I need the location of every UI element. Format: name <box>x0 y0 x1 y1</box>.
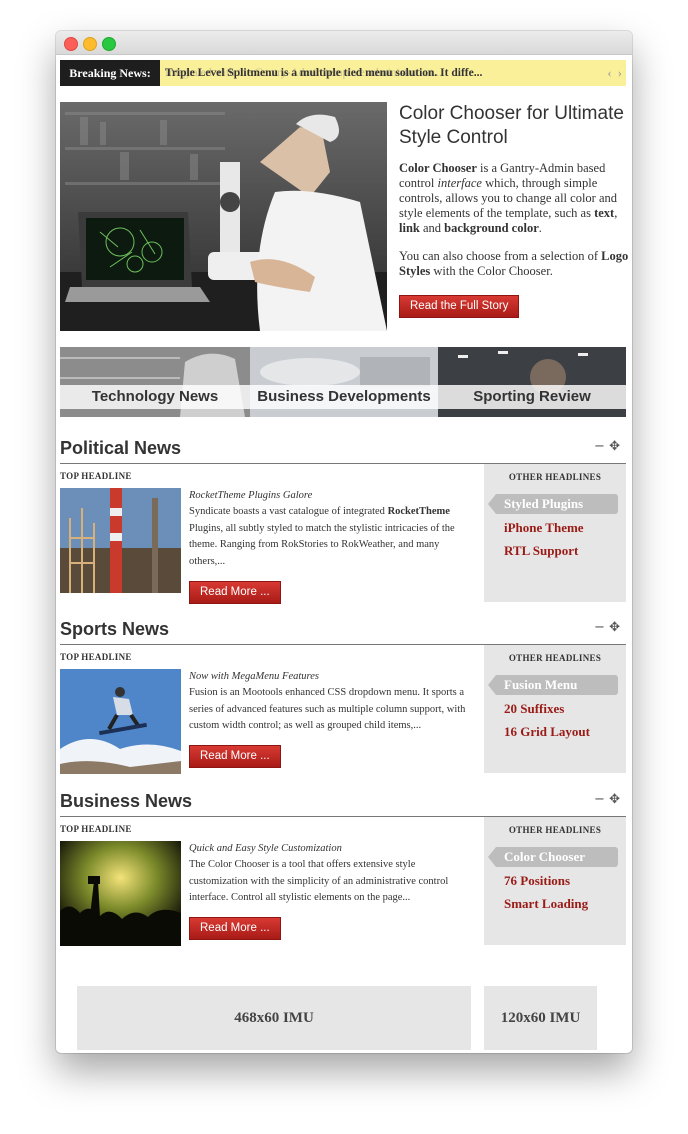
other-headline-item[interactable]: 16 Grid Layout <box>484 722 626 742</box>
minimize-icon[interactable]: − <box>594 792 605 807</box>
other-headlines-label: OTHER HEADLINES <box>508 653 602 663</box>
other-headlines-label: OTHER HEADLINES <box>508 472 602 482</box>
headline-subtitle[interactable]: Quick and Easy Style Customization <box>189 843 342 854</box>
headline-subtitle[interactable]: Now with MegaMenu Features <box>189 671 319 682</box>
hero-italic-interface: interface <box>437 176 482 190</box>
other-headline-item[interactable]: Color Chooser <box>488 847 618 867</box>
section-title: Sports News <box>60 619 170 639</box>
other-headline-item[interactable]: 76 Positions <box>484 871 626 891</box>
minimize-icon[interactable]: − <box>594 620 605 635</box>
other-headline-item[interactable]: RTL Support <box>484 541 626 561</box>
chevron-left-icon[interactable]: ‹ <box>607 65 611 80</box>
hero-body: Color Chooser is a Gantry-Admin based co… <box>399 161 629 292</box>
read-more-button[interactable]: Read More ... <box>189 581 281 604</box>
close-window-button[interactable] <box>64 37 78 51</box>
headline-text: Syndicate boasts a vast catalogue of int… <box>189 504 474 570</box>
tab-technology-news[interactable]: Technology News <box>60 347 250 417</box>
top-headline-label: TOP HEADLINE <box>60 652 132 662</box>
section-controls: − ✥ <box>594 792 620 807</box>
tab-label: Business Developments <box>250 385 438 409</box>
hero-bold-color-chooser: Color Chooser <box>399 161 477 175</box>
read-full-story-button[interactable]: Read the Full Story <box>399 295 520 318</box>
other-headline-item[interactable]: 20 Suffixes <box>484 699 626 719</box>
hero-text: , <box>614 206 618 220</box>
headline-text-part: The Color Chooser is a tool that offers … <box>189 859 449 903</box>
hero-text: You can also choose from a selection of <box>399 249 602 263</box>
move-icon[interactable]: ✥ <box>609 792 620 807</box>
other-headlines-panel: OTHER HEADLINES Styled Plugins iPhone Th… <box>484 464 626 602</box>
move-icon[interactable]: ✥ <box>609 439 620 454</box>
chevron-right-icon[interactable]: › <box>618 65 622 80</box>
minimize-window-button[interactable] <box>83 37 97 51</box>
hero-text: with the Color Chooser. <box>430 264 553 278</box>
tab-label: Sporting Review <box>438 385 626 409</box>
section-title: Business News <box>60 791 193 811</box>
browser-window: Breaking News: Integrated with the Gantr… <box>56 31 632 1053</box>
news-image-industrial-chimneys <box>60 488 181 593</box>
ad-banner-468x60[interactable]: 468x60 IMU <box>77 986 471 1050</box>
top-headline-label: TOP HEADLINE <box>60 824 132 834</box>
hero-title: Color Chooser for Ultimate Style Control <box>399 103 624 148</box>
other-headline-item[interactable]: iPhone Theme <box>484 518 626 538</box>
other-headlines-panel: OTHER HEADLINES Fusion Menu 20 Suffixes … <box>484 645 626 773</box>
news-image-snowboarder <box>60 669 181 774</box>
hero-paragraph-1: Color Chooser is a Gantry-Admin based co… <box>399 161 629 236</box>
tab-label: Technology News <box>60 385 250 409</box>
other-headlines-label: OTHER HEADLINES <box>508 825 602 835</box>
read-more-button[interactable]: Read More ... <box>189 917 281 940</box>
news-image-concert-crowd <box>60 841 181 946</box>
section-title: Political News <box>60 438 182 458</box>
other-headline-item[interactable]: Fusion Menu <box>488 675 618 695</box>
minimize-icon[interactable]: − <box>594 439 605 454</box>
breaking-news-label: Breaking News: <box>60 60 160 86</box>
read-more-button[interactable]: Read More ... <box>189 745 281 768</box>
window-titlebar <box>56 31 632 55</box>
other-headline-item[interactable]: Styled Plugins <box>488 494 618 514</box>
breaking-news-bar: Breaking News: Integrated with the Gantr… <box>60 60 626 86</box>
hero-text: and <box>419 221 445 235</box>
breaking-news-nav: ‹ › <box>601 60 622 86</box>
other-headlines-panel: OTHER HEADLINES Color Chooser 76 Positio… <box>484 817 626 945</box>
headline-bold: RocketTheme <box>387 506 450 517</box>
category-tabs: Technology News Business Developments Sp… <box>60 347 626 417</box>
headline-text-part: Syndicate boasts a vast catalogue of int… <box>189 506 388 517</box>
top-headline-label: TOP HEADLINE <box>60 471 132 481</box>
headline-text-part: Fusion is an Mootools enhanced CSS dropd… <box>189 687 466 731</box>
headline-text-part: Plugins, all subtly styled to match the … <box>189 522 455 567</box>
headline-text: Fusion is an Mootools enhanced CSS dropd… <box>189 685 474 735</box>
hero-bold-text: text <box>594 206 615 220</box>
tab-business-developments[interactable]: Business Developments <box>250 347 438 417</box>
breaking-news-text[interactable]: Triple Level Splitmenu is a multiple tie… <box>165 60 482 86</box>
ad-banner-120x60[interactable]: 120x60 IMU <box>484 986 597 1050</box>
other-headline-item[interactable]: Smart Loading <box>484 894 626 914</box>
tab-sporting-review[interactable]: Sporting Review <box>438 347 626 417</box>
hero-text: . <box>538 221 542 235</box>
headline-text: The Color Chooser is a tool that offers … <box>189 857 474 907</box>
move-icon[interactable]: ✥ <box>609 620 620 635</box>
hero-image-scientist-microscope <box>60 102 387 331</box>
headline-subtitle[interactable]: RocketTheme Plugins Galore <box>189 490 312 501</box>
hero-paragraph-2: You can also choose from a selection of … <box>399 249 629 279</box>
hero-bold-background-color: background color <box>444 221 539 235</box>
zoom-window-button[interactable] <box>102 37 116 51</box>
section-controls: − ✥ <box>594 620 620 635</box>
hero-bold-link: link <box>399 221 420 235</box>
section-controls: − ✥ <box>594 439 620 454</box>
